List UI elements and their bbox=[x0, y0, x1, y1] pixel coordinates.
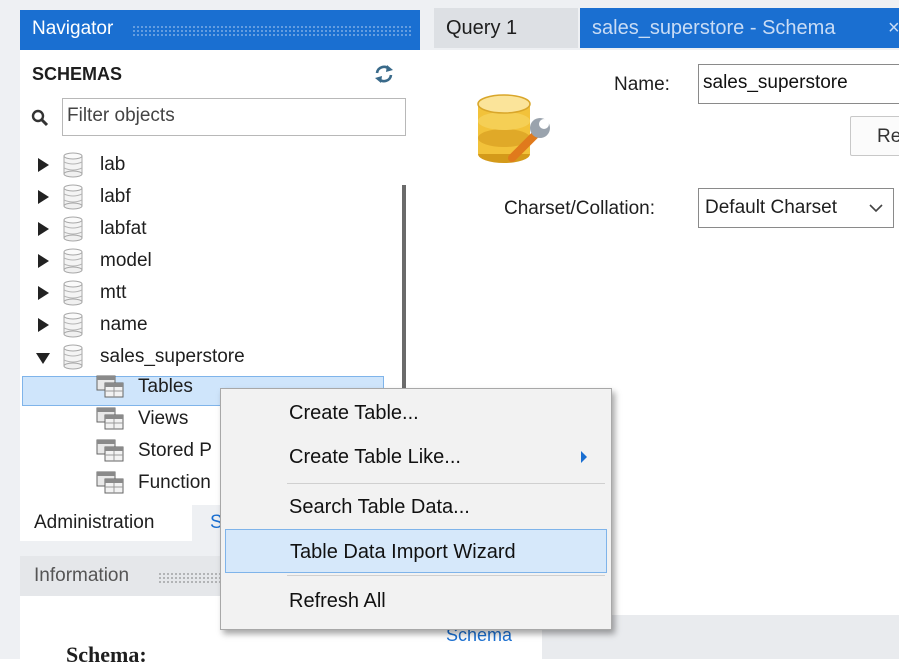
schemas-label: SCHEMAS bbox=[32, 64, 123, 84]
editor-tabbar: Query 1 sales_superstore - Schema × bbox=[420, 0, 899, 50]
information-title: Information bbox=[34, 565, 130, 586]
navigator-header: Navigator bbox=[20, 10, 420, 50]
schema-tree-item[interactable]: labf bbox=[20, 182, 380, 212]
tab-administration[interactable]: Administration bbox=[20, 505, 192, 541]
database-icon bbox=[63, 280, 83, 306]
refresh-icon[interactable] bbox=[372, 62, 396, 86]
schema-heading: Schema: bbox=[66, 642, 147, 667]
schema-tree-item[interactable]: sales_superstore bbox=[20, 342, 380, 372]
search-icon bbox=[31, 109, 49, 127]
context-menu-separator bbox=[287, 575, 605, 576]
schema-name-label: sales_superstore bbox=[100, 346, 245, 367]
database-wrench-icon bbox=[477, 94, 550, 163]
context-menu-item-label: Refresh All bbox=[289, 590, 386, 612]
context-menu-item[interactable]: Search Table Data... bbox=[225, 485, 607, 529]
database-icon bbox=[63, 184, 83, 210]
database-icon bbox=[63, 152, 83, 178]
schema-tree-item[interactable]: lab bbox=[20, 150, 380, 180]
schema-child-label: Views bbox=[138, 408, 189, 429]
collapse-arrow-icon[interactable] bbox=[36, 353, 50, 364]
schema-name-label: model bbox=[100, 250, 152, 271]
table-group-icon bbox=[96, 407, 124, 430]
context-menu: Create Table... Create Table Like... Searc… bbox=[220, 388, 612, 630]
expand-arrow-icon[interactable] bbox=[38, 190, 49, 204]
close-icon[interactable]: × bbox=[888, 8, 899, 48]
schema-name-label: labf bbox=[100, 186, 131, 207]
schema-tree-item[interactable]: name bbox=[20, 310, 380, 340]
schema-tree-item[interactable]: model bbox=[20, 246, 380, 276]
expand-arrow-icon[interactable] bbox=[38, 286, 49, 300]
rename-button[interactable]: Re bbox=[850, 116, 899, 156]
database-icon bbox=[63, 216, 83, 242]
context-menu-item[interactable]: Refresh All bbox=[225, 579, 607, 623]
filter-objects-field[interactable] bbox=[62, 98, 406, 136]
database-icon bbox=[63, 312, 83, 338]
schema-child-label: Tables bbox=[138, 376, 193, 397]
schema-name-label: name bbox=[100, 314, 148, 335]
charset-collation-label: Charset/Collation: bbox=[504, 198, 656, 219]
context-menu-item-label: Search Table Data... bbox=[289, 496, 470, 518]
table-group-icon bbox=[96, 439, 124, 462]
expand-arrow-icon[interactable] bbox=[38, 222, 49, 236]
context-menu-item-label: Create Table Like... bbox=[289, 446, 461, 468]
navigator-title: Navigator bbox=[32, 18, 114, 39]
context-menu-item[interactable]: Create Table Like... bbox=[225, 435, 607, 479]
schema-name-input[interactable] bbox=[699, 65, 899, 101]
charset-select-value: Default Charset bbox=[705, 197, 838, 218]
expand-arrow-icon[interactable] bbox=[38, 158, 49, 172]
schema-tree-item[interactable]: labfat bbox=[20, 214, 380, 244]
context-menu-item-label: Create Table... bbox=[289, 402, 419, 424]
schema-child-label: Function bbox=[138, 472, 211, 493]
context-menu-item-label: Table Data Import Wizard bbox=[290, 541, 516, 563]
expand-arrow-icon[interactable] bbox=[38, 318, 49, 332]
schema-tree-item[interactable]: mtt bbox=[20, 278, 380, 308]
context-menu-item[interactable]: Table Data Import Wizard bbox=[225, 529, 607, 573]
tab-schema-editor[interactable]: sales_superstore - Schema bbox=[580, 8, 899, 48]
filter-objects-input[interactable] bbox=[63, 99, 401, 133]
name-label: Name: bbox=[614, 74, 670, 95]
chevron-down-icon bbox=[869, 203, 883, 213]
table-group-icon bbox=[96, 471, 124, 494]
schema-name-label: lab bbox=[100, 154, 126, 175]
submenu-arrow-icon bbox=[581, 451, 587, 463]
charset-select[interactable]: Default Charset bbox=[698, 188, 894, 228]
table-group-icon bbox=[96, 375, 124, 398]
schema-child-label: Stored P bbox=[138, 440, 212, 461]
schema-name-label: labfat bbox=[100, 218, 147, 239]
context-menu-separator bbox=[287, 483, 605, 484]
schema-name-label: mtt bbox=[100, 282, 127, 303]
database-icon bbox=[63, 248, 83, 274]
expand-arrow-icon[interactable] bbox=[38, 254, 49, 268]
schema-name-field[interactable] bbox=[698, 64, 899, 104]
database-icon bbox=[63, 344, 83, 370]
tab-query-1[interactable]: Query 1 bbox=[434, 8, 578, 48]
context-menu-item[interactable]: Create Table... bbox=[225, 391, 607, 435]
drag-handle[interactable] bbox=[132, 25, 412, 37]
